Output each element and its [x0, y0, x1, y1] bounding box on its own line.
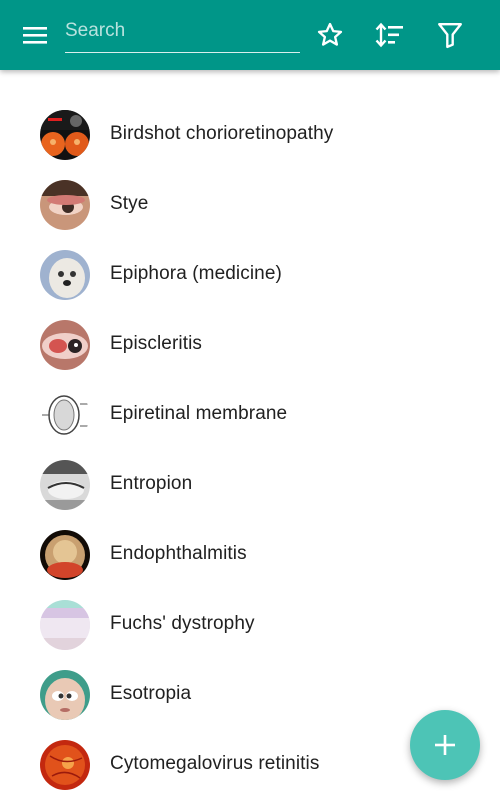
list-item[interactable]: Entropion: [0, 450, 500, 520]
item-thumbnail: [40, 110, 90, 160]
list-item[interactable]: Birdshot chorioretinopathy: [0, 100, 500, 170]
sort-button[interactable]: [368, 13, 412, 57]
search-field: [65, 12, 300, 53]
list-item[interactable]: Episcleritis: [0, 310, 500, 380]
item-thumbnail: [40, 740, 90, 790]
list-item[interactable]: Endophthalmitis: [0, 520, 500, 590]
item-thumbnail: [40, 530, 90, 580]
add-button[interactable]: [410, 710, 480, 780]
sort-icon: [375, 22, 403, 48]
filter-button[interactable]: [428, 13, 472, 57]
search-input[interactable]: [65, 16, 295, 46]
disease-list: Birdshot chorioretinopathy Stye Epiphora…: [0, 100, 500, 800]
item-thumbnail: [40, 390, 90, 440]
star-icon: [317, 22, 343, 46]
list-item[interactable]: Stye: [0, 170, 500, 240]
item-label: Birdshot chorioretinopathy: [110, 123, 334, 144]
item-label: Epiretinal membrane: [110, 403, 288, 424]
item-label: Epiphora (medicine): [110, 263, 282, 284]
item-thumbnail: [40, 600, 90, 650]
menu-icon: [23, 27, 47, 44]
item-label: Fuchs' dystrophy: [110, 613, 255, 634]
favorites-button[interactable]: [308, 13, 352, 57]
menu-button[interactable]: [14, 14, 56, 56]
list-item[interactable]: Epiretinal membrane: [0, 380, 500, 450]
item-thumbnail: [40, 320, 90, 370]
list-item[interactable]: Epiphora (medicine): [0, 240, 500, 310]
item-thumbnail: [40, 250, 90, 300]
item-label: Entropion: [110, 473, 193, 494]
app-screen: Birdshot chorioretinopathy Stye: [0, 0, 500, 800]
plus-icon: [435, 735, 455, 755]
item-label: Cytomegalovirus retinitis: [110, 753, 320, 774]
item-thumbnail: [40, 460, 90, 510]
list-item[interactable]: Fuchs' dystrophy: [0, 590, 500, 660]
item-thumbnail: [40, 180, 90, 230]
item-label: Stye: [110, 193, 149, 214]
item-label: Esotropia: [110, 683, 192, 704]
app-toolbar: [0, 0, 500, 70]
item-thumbnail: [40, 670, 90, 720]
item-label: Episcleritis: [110, 333, 202, 354]
item-label: Endophthalmitis: [110, 543, 247, 564]
filter-icon: [438, 23, 462, 49]
